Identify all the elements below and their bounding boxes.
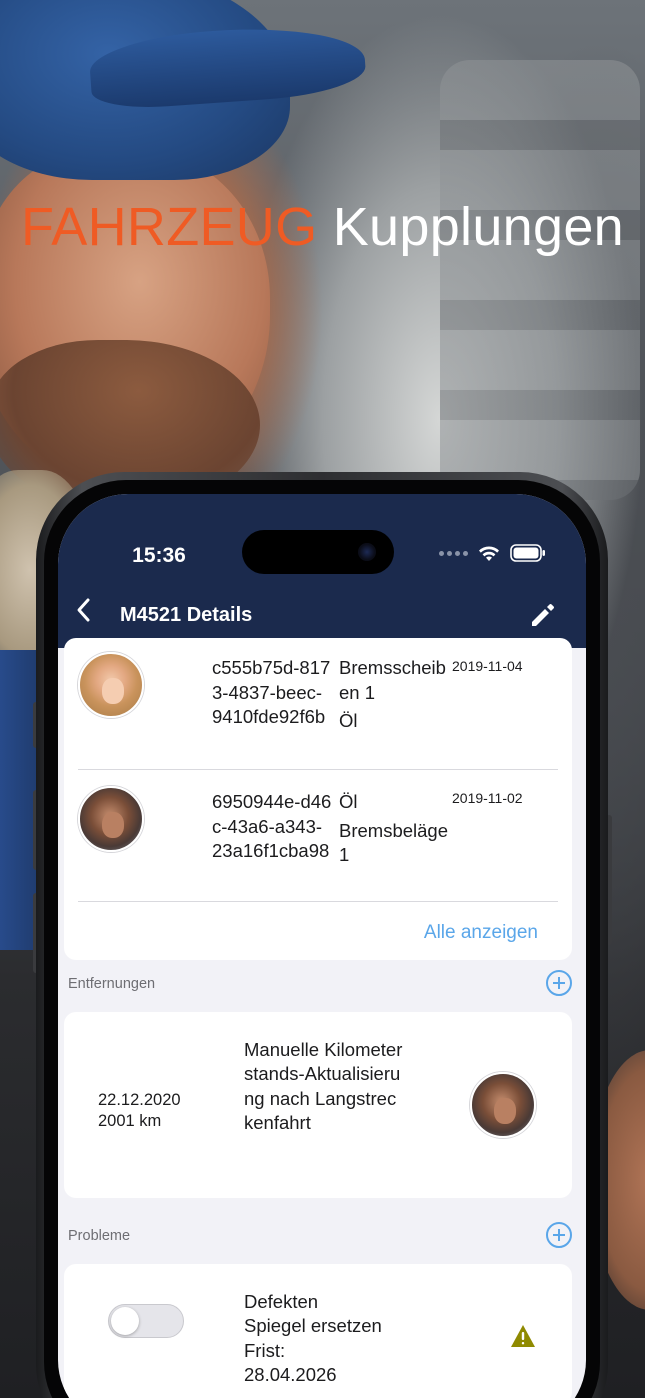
status-time: 15:36 xyxy=(132,544,186,567)
camera-icon xyxy=(358,543,376,561)
removals-section-header: Entfernungen xyxy=(68,970,572,1000)
history-row[interactable]: c555b75d-8173-4837-beec-9410fde92f6b Bre… xyxy=(64,638,572,770)
battery-icon xyxy=(510,544,545,562)
edit-button[interactable] xyxy=(528,600,558,630)
avatar-male xyxy=(78,786,144,852)
record-date: 2019-11-04 xyxy=(452,658,523,674)
add-problem-button[interactable] xyxy=(546,1222,572,1248)
history-row[interactable]: 6950944e-d46c-43a6-a343-23a16f1cba98 Öl … xyxy=(64,770,572,902)
wifi-icon xyxy=(479,545,499,561)
show-all-link[interactable]: Alle anzeigen xyxy=(424,922,538,944)
record-id: c555b75d-8173-4837-beec-9410fde92f6b xyxy=(212,657,331,727)
section-title: Probleme xyxy=(68,1228,131,1244)
dynamic-island xyxy=(242,530,394,574)
record-tags: Öl Bremsbeläge 1 xyxy=(339,790,451,872)
headline-accent-word: FAHRZEUG xyxy=(20,197,318,257)
record-tag: Öl xyxy=(339,710,358,731)
phone-frame: 15:36 M4521 Details c555b75d-8173-4837-b… xyxy=(36,472,608,1398)
removal-km: 2001 km xyxy=(98,1112,162,1130)
avatar-male xyxy=(470,1072,536,1138)
history-card: c555b75d-8173-4837-beec-9410fde92f6b Bre… xyxy=(64,638,572,960)
headline-word: Kupplungen xyxy=(332,197,624,257)
back-button[interactable] xyxy=(70,594,98,626)
content-scroll[interactable]: c555b75d-8173-4837-beec-9410fde92f6b Bre… xyxy=(58,638,586,1398)
headline: FAHRZEUG Kupplungen xyxy=(0,196,645,258)
removal-card[interactable]: 22.12.2020 2001 km Manuelle Kilometersta… xyxy=(64,1012,572,1198)
app-screen: 15:36 M4521 Details c555b75d-8173-4837-b… xyxy=(58,494,586,1398)
add-removal-button[interactable] xyxy=(546,970,572,996)
record-tag: Bremsscheiben 1 xyxy=(339,657,446,703)
top-bar: 15:36 M4521 Details xyxy=(58,494,586,648)
problem-text: Defekten Spiegel ersetzen Frist: 28.04.2… xyxy=(244,1290,444,1387)
removal-date-block: 22.12.2020 2001 km xyxy=(98,1090,181,1132)
section-title: Entfernungen xyxy=(68,976,156,992)
removal-description: Manuelle Kilometerstands-Aktualisierung … xyxy=(244,1039,403,1133)
problem-deadline-label: Frist: xyxy=(244,1339,286,1361)
warning-icon xyxy=(511,1325,535,1347)
chevron-left-icon xyxy=(77,598,90,622)
problem-deadline: 28.04.2026 xyxy=(244,1363,337,1385)
record-date: 2019-11-02 xyxy=(452,790,523,806)
record-id: 6950944e-d46c-43a6-a343-23a16f1cba98 xyxy=(212,791,332,861)
avatar-female xyxy=(78,652,144,718)
record-tag: Bremsbeläge 1 xyxy=(339,819,449,866)
signal-dots-icon xyxy=(439,550,468,556)
record-tag: Öl xyxy=(339,791,358,812)
problems-section-header: Probleme xyxy=(68,1222,572,1252)
pencil-icon xyxy=(532,604,554,626)
problem-toggle[interactable] xyxy=(108,1304,184,1338)
status-icons xyxy=(439,544,546,562)
removal-date: 22.12.2020 xyxy=(98,1091,181,1109)
record-tags: Bremsscheiben 1 Öl xyxy=(339,656,451,738)
problem-card[interactable]: Defekten Spiegel ersetzen Frist: 28.04.2… xyxy=(64,1264,572,1398)
problem-title: Spiegel ersetzen xyxy=(244,1315,382,1337)
page-title: M4521 Details xyxy=(120,604,253,626)
problem-type: Defekten xyxy=(244,1291,319,1312)
